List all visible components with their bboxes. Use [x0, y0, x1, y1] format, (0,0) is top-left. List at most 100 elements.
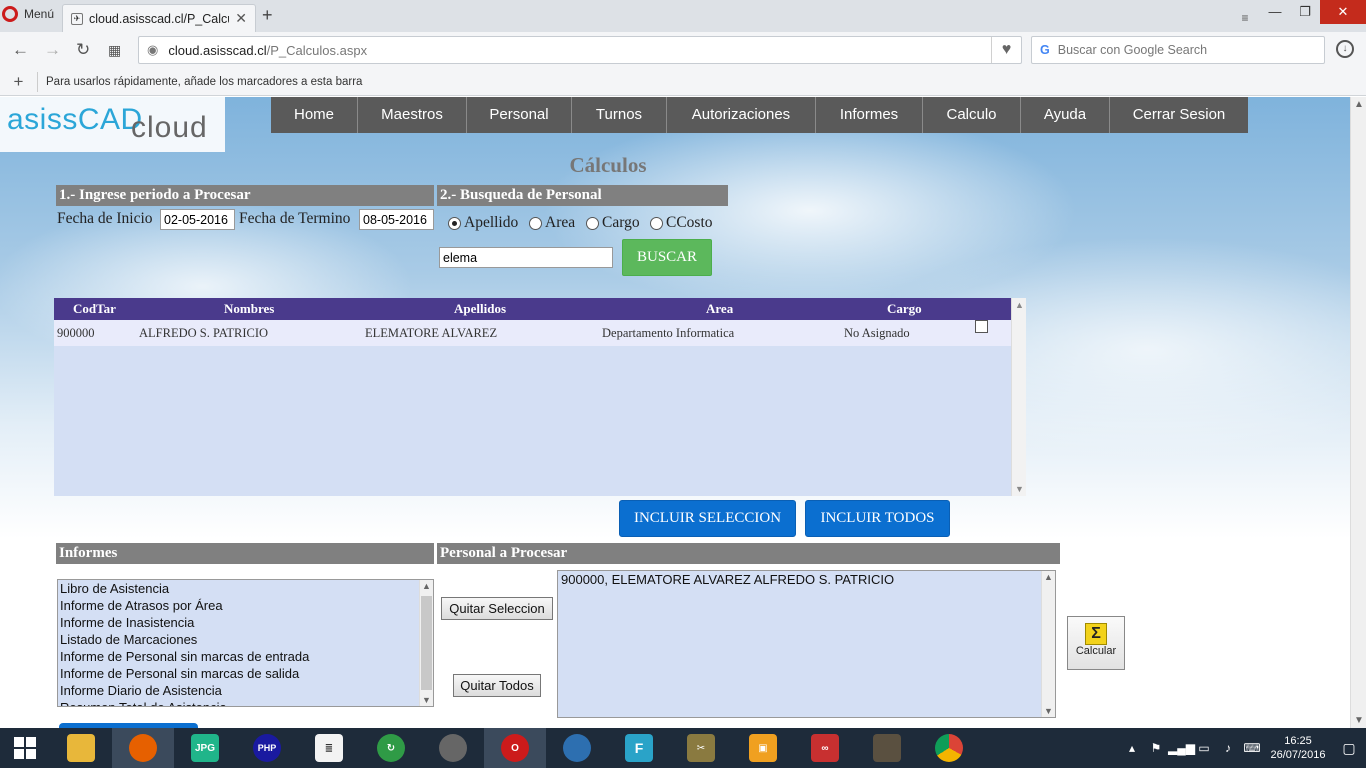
nav-home[interactable]: Home — [271, 97, 358, 133]
list-item[interactable]: Informe de Inasistencia — [58, 614, 433, 631]
language-icon[interactable]: ⌨ — [1240, 741, 1264, 755]
taskbar-firefox[interactable] — [112, 728, 174, 768]
procesar-scrollbar[interactable]: ▲ ▼ — [1041, 571, 1055, 717]
nav-turnos[interactable]: Turnos — [572, 97, 667, 133]
incluir-todos-button[interactable]: INCLUIR TODOS — [805, 500, 950, 537]
notifications-icon[interactable]: ▢ — [1332, 740, 1366, 757]
tray-flag-icon[interactable]: ⚑ — [1144, 741, 1168, 755]
restore-icon[interactable]: ❐ — [1290, 0, 1320, 24]
downloads-icon[interactable]: ↓ — [1336, 40, 1354, 58]
taskbar-jpg-viewer[interactable]: JPG — [174, 728, 236, 768]
tab-menu-icon[interactable]: ≡ — [1230, 6, 1260, 25]
buscar-button[interactable]: BUSCAR — [622, 239, 712, 276]
list-item[interactable]: Informe de Atrasos por Área — [58, 597, 433, 614]
taskbar-tools[interactable]: ✂ — [670, 728, 732, 768]
chrome-icon — [935, 734, 963, 762]
col-apellidos: Apellidos — [454, 301, 507, 316]
taskbar-box-app[interactable]: ▣ — [732, 728, 794, 768]
browser-search-box[interactable]: G Buscar con Google Search — [1031, 36, 1325, 64]
minimize-icon[interactable]: — — [1260, 0, 1290, 24]
scroll-up-icon[interactable]: ▲ — [1012, 300, 1027, 310]
scroll-thumb[interactable] — [421, 596, 432, 690]
volume-icon[interactable]: ♪ — [1216, 741, 1240, 755]
scroll-down-icon[interactable]: ▼ — [1351, 715, 1366, 726]
taskbar-f-app[interactable]: F — [608, 728, 670, 768]
informes-scrollbar[interactable]: ▲ ▼ — [419, 580, 433, 706]
list-item[interactable]: Listado de Marcaciones — [58, 631, 433, 648]
grid-scrollbar[interactable]: ▲ ▼ — [1011, 298, 1026, 496]
circle-app-icon — [439, 734, 467, 762]
list-item[interactable]: Informe de Personal sin marcas de entrad… — [58, 648, 433, 665]
nav-personal[interactable]: Personal — [467, 97, 572, 133]
search-section-header: 2.- Busqueda de Personal — [437, 185, 728, 206]
radio-ccosto[interactable]: CCosto — [650, 214, 713, 232]
scroll-down-icon[interactable]: ▼ — [1012, 484, 1027, 494]
table-row[interactable]: 900000 ALFREDO S. PATRICIO ELEMATORE ALV… — [54, 320, 1011, 346]
scroll-down-icon[interactable]: ▼ — [420, 695, 433, 705]
speed-dial-icon[interactable]: ▦ — [108, 42, 121, 59]
address-bar[interactable]: ◉ cloud.asisscad.cl/P_Calculos.aspx ♥ — [138, 36, 1022, 64]
scroll-down-icon[interactable]: ▼ — [1042, 706, 1055, 716]
back-icon[interactable]: ← — [12, 40, 29, 60]
nav-calculo[interactable]: Calculo — [923, 97, 1021, 133]
quitar-seleccion-button[interactable]: Quitar Seleccion — [441, 597, 553, 620]
nav-informes[interactable]: Informes — [816, 97, 923, 133]
tray-expand-icon[interactable]: ▴ — [1120, 741, 1144, 755]
quitar-todos-button[interactable]: Quitar Todos — [453, 674, 541, 697]
radio-apellido[interactable]: Apellido — [448, 214, 518, 232]
add-bookmark-icon[interactable]: + — [0, 71, 38, 92]
start-date-input[interactable] — [160, 209, 235, 230]
tab-title: cloud.asisscad.cl/P_Calculos — [89, 11, 229, 26]
browser-tab[interactable]: ✈ cloud.asisscad.cl/P_Calculos ✕ — [62, 4, 256, 32]
browser-tabbar: Menú ✈ cloud.asisscad.cl/P_Calculos ✕ + … — [0, 0, 1366, 32]
start-date-label: Fecha de Inicio — [57, 210, 153, 227]
informes-listbox[interactable]: Libro de Asistencia Informe de Atrasos p… — [57, 579, 434, 707]
list-item[interactable]: Resumen Total de Asistencia — [58, 699, 433, 706]
forward-icon[interactable]: → — [44, 40, 61, 60]
incluir-seleccion-button[interactable]: INCLUIR SELECCION — [619, 500, 796, 537]
system-tray: ▴ ⚑ ▂▄▆ ▭ ♪ ⌨ 16:25 26/07/2016 ▢ — [1120, 728, 1366, 768]
list-item[interactable]: 900000, ELEMATORE ALVAREZ ALFREDO S. PAT… — [558, 571, 1055, 589]
end-date-input[interactable] — [359, 209, 434, 230]
taskbar-circle-app[interactable] — [422, 728, 484, 768]
col-codtar: CodTar — [73, 301, 116, 316]
row-select-checkbox[interactable] — [975, 320, 988, 333]
windows-start-button[interactable] — [0, 728, 50, 768]
radio-cargo[interactable]: Cargo — [586, 214, 640, 232]
page-scrollbar[interactable]: ▲ ▼ — [1350, 97, 1366, 728]
network-icon[interactable]: ▂▄▆ — [1168, 741, 1195, 755]
site-info-icon[interactable]: ◉ — [147, 42, 158, 58]
taskbar-file-explorer[interactable] — [50, 728, 112, 768]
taskbar-clock[interactable]: 16:25 26/07/2016 — [1264, 734, 1332, 762]
taskbar-thunderbird[interactable] — [546, 728, 608, 768]
taskbar-avatar-app[interactable] — [856, 728, 918, 768]
nav-maestros[interactable]: Maestros — [358, 97, 467, 133]
taskbar-document[interactable]: ≣ — [298, 728, 360, 768]
nav-cerrar-sesion[interactable]: Cerrar Sesion — [1110, 97, 1248, 133]
list-item[interactable]: Informe de Personal sin marcas de salida — [58, 665, 433, 682]
battery-icon[interactable]: ▭ — [1192, 741, 1216, 755]
list-item[interactable]: Informe Diario de Asistencia — [58, 682, 433, 699]
scroll-up-icon[interactable]: ▲ — [420, 581, 433, 591]
taskbar-infinity-app[interactable]: ∞ — [794, 728, 856, 768]
list-item[interactable]: Libro de Asistencia — [58, 580, 433, 597]
taskbar-php[interactable]: PHP — [236, 728, 298, 768]
calcular-button[interactable]: Σ Calcular — [1067, 616, 1125, 670]
scroll-up-icon[interactable]: ▲ — [1351, 99, 1366, 110]
bookmark-heart-icon[interactable]: ♥ — [991, 37, 1021, 63]
opera-menu-button[interactable]: Menú — [0, 0, 58, 28]
close-tab-icon[interactable]: ✕ — [235, 10, 247, 27]
taskbar-chrome[interactable] — [918, 728, 980, 768]
new-tab-icon[interactable]: + — [262, 5, 273, 26]
taskbar-opera[interactable]: O — [484, 728, 546, 768]
nav-ayuda[interactable]: Ayuda — [1021, 97, 1110, 133]
radio-area[interactable]: Area — [529, 214, 575, 232]
scroll-up-icon[interactable]: ▲ — [1042, 572, 1055, 582]
procesar-listbox[interactable]: 900000, ELEMATORE ALVAREZ ALFREDO S. PAT… — [557, 570, 1056, 718]
search-input[interactable] — [439, 247, 613, 268]
nav-autorizaciones[interactable]: Autorizaciones — [667, 97, 816, 133]
reload-icon[interactable]: ↻ — [76, 40, 90, 60]
taskbar-globe-refresh[interactable]: ↻ — [360, 728, 422, 768]
windows-logo-icon — [14, 737, 36, 759]
window-close-icon[interactable]: ✕ — [1320, 0, 1366, 24]
